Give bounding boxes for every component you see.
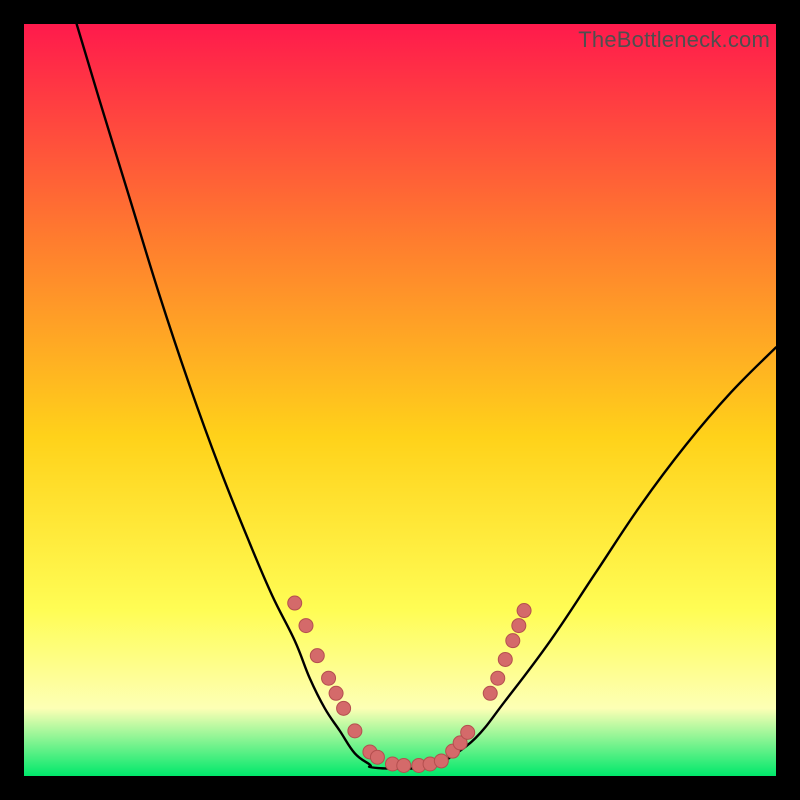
marker-point — [288, 596, 302, 610]
marker-point — [299, 619, 313, 633]
marker-point — [337, 701, 351, 715]
marker-point — [310, 649, 324, 663]
marker-point — [491, 671, 505, 685]
marker-point — [461, 725, 475, 739]
marker-point — [348, 724, 362, 738]
chart-frame: TheBottleneck.com — [24, 24, 776, 776]
gradient-background — [24, 24, 776, 776]
marker-point — [329, 686, 343, 700]
marker-point — [370, 750, 384, 764]
marker-point — [506, 634, 520, 648]
chart-svg — [24, 24, 776, 776]
marker-point — [434, 754, 448, 768]
marker-point — [517, 604, 531, 618]
marker-point — [512, 619, 526, 633]
watermark-text: TheBottleneck.com — [578, 27, 770, 53]
marker-point — [483, 686, 497, 700]
marker-point — [397, 758, 411, 772]
marker-point — [498, 652, 512, 666]
marker-point — [322, 671, 336, 685]
